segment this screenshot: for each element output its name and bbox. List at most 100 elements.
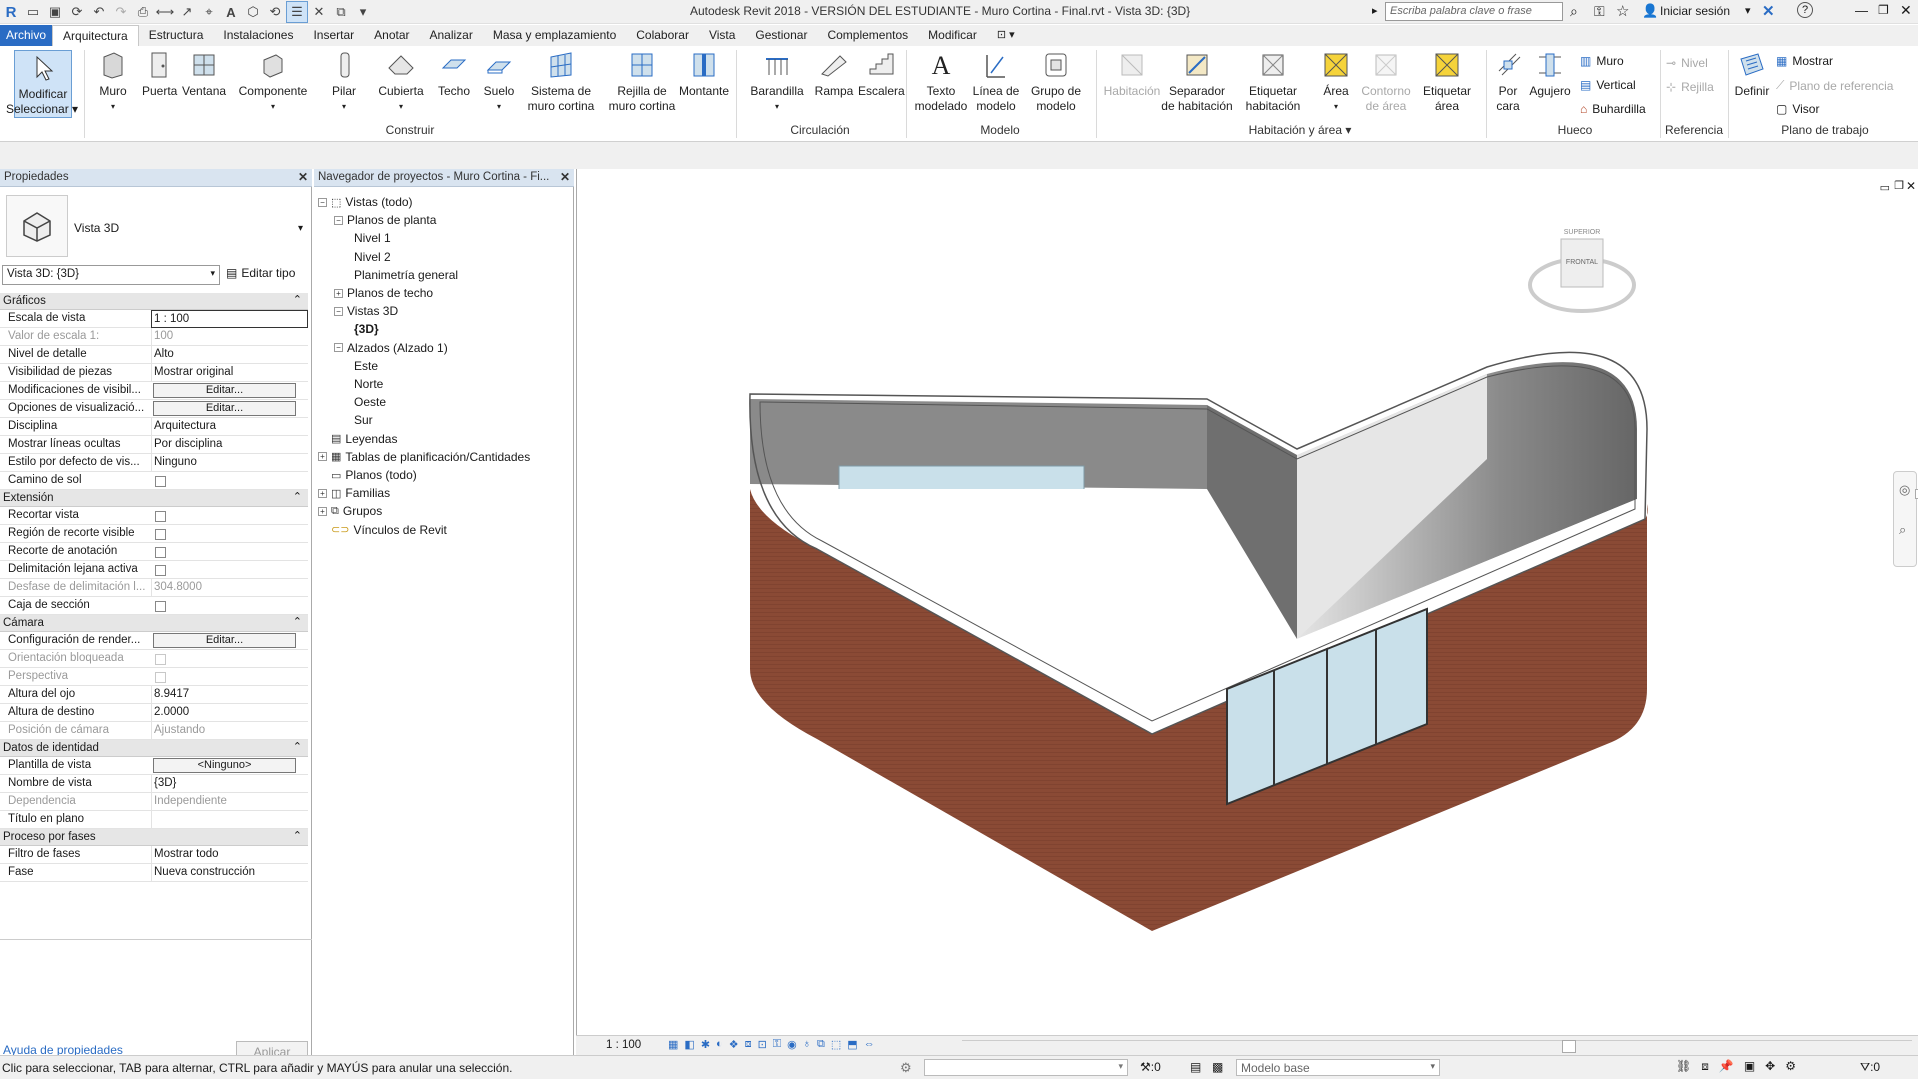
- subscription-icon[interactable]: ⚿: [1594, 3, 1605, 20]
- area-boundary-button[interactable]: Contorno de área: [1358, 50, 1414, 114]
- steering-wheel-icon[interactable]: ◎: [1899, 482, 1910, 498]
- search-expand-icon[interactable]: ▸: [1372, 4, 1378, 17]
- expand-toggle-icon[interactable]: +: [318, 506, 327, 516]
- close-hidden-icon[interactable]: ✕: [308, 1, 330, 23]
- prop-titulo-value[interactable]: [151, 811, 308, 829]
- workset-dropdown[interactable]: ▾: [924, 1059, 1128, 1076]
- sync-icon[interactable]: ⟳: [66, 1, 88, 23]
- close-window-icon[interactable]: ✕: [1900, 2, 1912, 19]
- prop-destino-value[interactable]: 2.0000: [151, 704, 308, 722]
- prop-region-checkbox[interactable]: [155, 529, 166, 540]
- visual-style-icon[interactable]: ◧: [684, 1038, 694, 1051]
- zoom-icon[interactable]: ⌕: [1899, 522, 1906, 538]
- group-camara[interactable]: Cámara ⌃: [0, 615, 308, 632]
- instance-selector[interactable]: Vista 3D: {3D} ▾: [2, 265, 220, 285]
- room-area-panel-label[interactable]: Habitación y área ▾: [1240, 123, 1360, 137]
- customize-qat-icon[interactable]: ▾: [352, 1, 374, 23]
- group-fases[interactable]: Proceso por fases ⌃: [0, 829, 308, 846]
- show-crop-icon[interactable]: ⊡: [758, 1038, 767, 1051]
- vertical-opening-button[interactable]: ▤ Vertical: [1580, 78, 1636, 92]
- drag-elements-icon[interactable]: ✥: [1765, 1059, 1775, 1074]
- expand-toggle-icon[interactable]: +: [318, 452, 327, 462]
- prop-nombre-value[interactable]: {3D}: [151, 775, 308, 793]
- tree-node-4[interactable]: Planimetría general: [354, 268, 458, 282]
- tab-modificar[interactable]: Modificar: [918, 25, 987, 46]
- mullion-button[interactable]: Montante: [676, 50, 732, 99]
- tree-node-10[interactable]: Norte: [354, 377, 383, 391]
- tab-colaborar[interactable]: Colaborar: [626, 25, 699, 46]
- curtain-system-button[interactable]: Sistema de muro cortina: [526, 50, 596, 114]
- curtain-grid-button[interactable]: Rejilla de muro cortina: [606, 50, 678, 114]
- ref-plane-button[interactable]: ⟋ Plano de referencia: [1776, 78, 1893, 93]
- railing-button[interactable]: Barandilla ▾: [748, 50, 806, 114]
- select-links-icon[interactable]: ⛓: [1676, 1059, 1691, 1074]
- group-identidad[interactable]: Datos de identidad ⌃: [0, 740, 308, 757]
- prop-recortar-checkbox[interactable]: [155, 511, 166, 522]
- text-icon[interactable]: A: [220, 1, 242, 23]
- tab-masa[interactable]: Masa y emplazamiento: [483, 25, 626, 46]
- print-icon[interactable]: ⎙: [132, 1, 154, 23]
- model-group-button[interactable]: Grupo de modelo: [1028, 50, 1084, 114]
- ceiling-button[interactable]: Techo: [434, 50, 474, 99]
- reveal-hidden-icon[interactable]: ♁: [803, 1038, 811, 1051]
- tab-gestionar[interactable]: Gestionar: [745, 25, 817, 46]
- thin-lines-icon[interactable]: ☰: [286, 1, 308, 23]
- prop-caja-checkbox[interactable]: [155, 601, 166, 612]
- column-button[interactable]: Pilar ▾: [330, 50, 358, 114]
- tree-node-3[interactable]: Nivel 2: [354, 250, 391, 264]
- help-icon[interactable]: ?: [1797, 2, 1813, 18]
- area-button[interactable]: Área ▾: [1316, 50, 1356, 114]
- tree-node-9[interactable]: Este: [354, 359, 378, 373]
- design-options-icon[interactable]: ▤: [1190, 1060, 1201, 1074]
- scroll-thumb[interactable]: [1562, 1040, 1576, 1053]
- floor-button[interactable]: Suelo ▾: [480, 50, 518, 114]
- expand-toggle-icon[interactable]: −: [318, 197, 327, 207]
- level-button[interactable]: ⊸ Nivel: [1666, 56, 1708, 70]
- collapse-icon[interactable]: ⌃: [293, 829, 302, 842]
- revit-logo-icon[interactable]: R: [0, 1, 22, 23]
- group-graficos[interactable]: Gráficos ⌃: [0, 293, 308, 310]
- prop-lejana-checkbox[interactable]: [155, 565, 166, 576]
- prop-ojo-value[interactable]: 8.9417: [151, 686, 308, 704]
- background-process-icon[interactable]: ⚙: [1785, 1059, 1796, 1074]
- tree-node-0[interactable]: − ⬚ Vistas (todo): [318, 195, 413, 209]
- prop-opvis-button[interactable]: Editar...: [153, 401, 296, 416]
- minimize-icon[interactable]: —: [1855, 3, 1868, 18]
- favorites-star-icon[interactable]: ☆: [1616, 2, 1629, 20]
- prop-fase-value[interactable]: Nueva construcción: [151, 864, 308, 882]
- show-workplane-button[interactable]: ▦ Mostrar: [1776, 54, 1833, 68]
- tree-node-5[interactable]: + Planos de techo: [334, 286, 433, 300]
- expand-toggle-icon[interactable]: −: [334, 306, 343, 316]
- constraints-icon[interactable]: ⇔: [864, 1038, 875, 1051]
- tree-node-18[interactable]: ⊂⊃ Vínculos de Revit: [318, 523, 447, 537]
- tree-node-2[interactable]: Nivel 1: [354, 231, 391, 245]
- model-text-button[interactable]: A Texto modelado: [912, 50, 970, 114]
- search-input[interactable]: Escriba palabra clave o frase: [1385, 2, 1563, 21]
- prop-piezas-value[interactable]: Mostrar original: [151, 364, 308, 382]
- prop-disciplina-value[interactable]: Arquitectura: [151, 418, 308, 436]
- sun-path-icon[interactable]: ✱: [701, 1038, 710, 1051]
- tab-insertar[interactable]: Insertar: [303, 25, 364, 46]
- view-scale[interactable]: 1 : 100: [606, 1039, 641, 1051]
- collapse-icon[interactable]: ⌃: [293, 740, 302, 753]
- tree-node-17[interactable]: + ⧉ Grupos: [318, 504, 382, 518]
- user-icon[interactable]: 👤: [1642, 3, 1658, 19]
- viewer-button[interactable]: ▢ Visor: [1776, 102, 1819, 116]
- tab-anotar[interactable]: Anotar: [364, 25, 419, 46]
- ribbon-minimize-icon[interactable]: ⊡ ▾: [987, 25, 1025, 46]
- worksharing-icon[interactable]: ⬚: [831, 1038, 841, 1051]
- door-button[interactable]: Puerta: [142, 50, 177, 99]
- signin-link[interactable]: Iniciar sesión: [1660, 4, 1730, 18]
- temp-properties-icon[interactable]: ⧉: [817, 1038, 825, 1051]
- rendering-icon[interactable]: ❖: [729, 1038, 739, 1051]
- tab-instalaciones[interactable]: Instalaciones: [213, 25, 303, 46]
- exclude-options-icon[interactable]: ▩: [1212, 1060, 1223, 1074]
- viewcube-front-face[interactable]: FRONTAL: [1557, 259, 1607, 266]
- lock-view-icon[interactable]: ⚿: [773, 1038, 781, 1051]
- tree-node-1[interactable]: − Planos de planta: [334, 213, 436, 227]
- collapse-icon[interactable]: ⌃: [293, 615, 302, 628]
- tab-vista[interactable]: Vista: [699, 25, 745, 46]
- undo-icon[interactable]: ↶: [88, 1, 110, 23]
- expand-toggle-icon[interactable]: −: [334, 343, 343, 353]
- wall-button[interactable]: Muro ▾: [96, 50, 130, 114]
